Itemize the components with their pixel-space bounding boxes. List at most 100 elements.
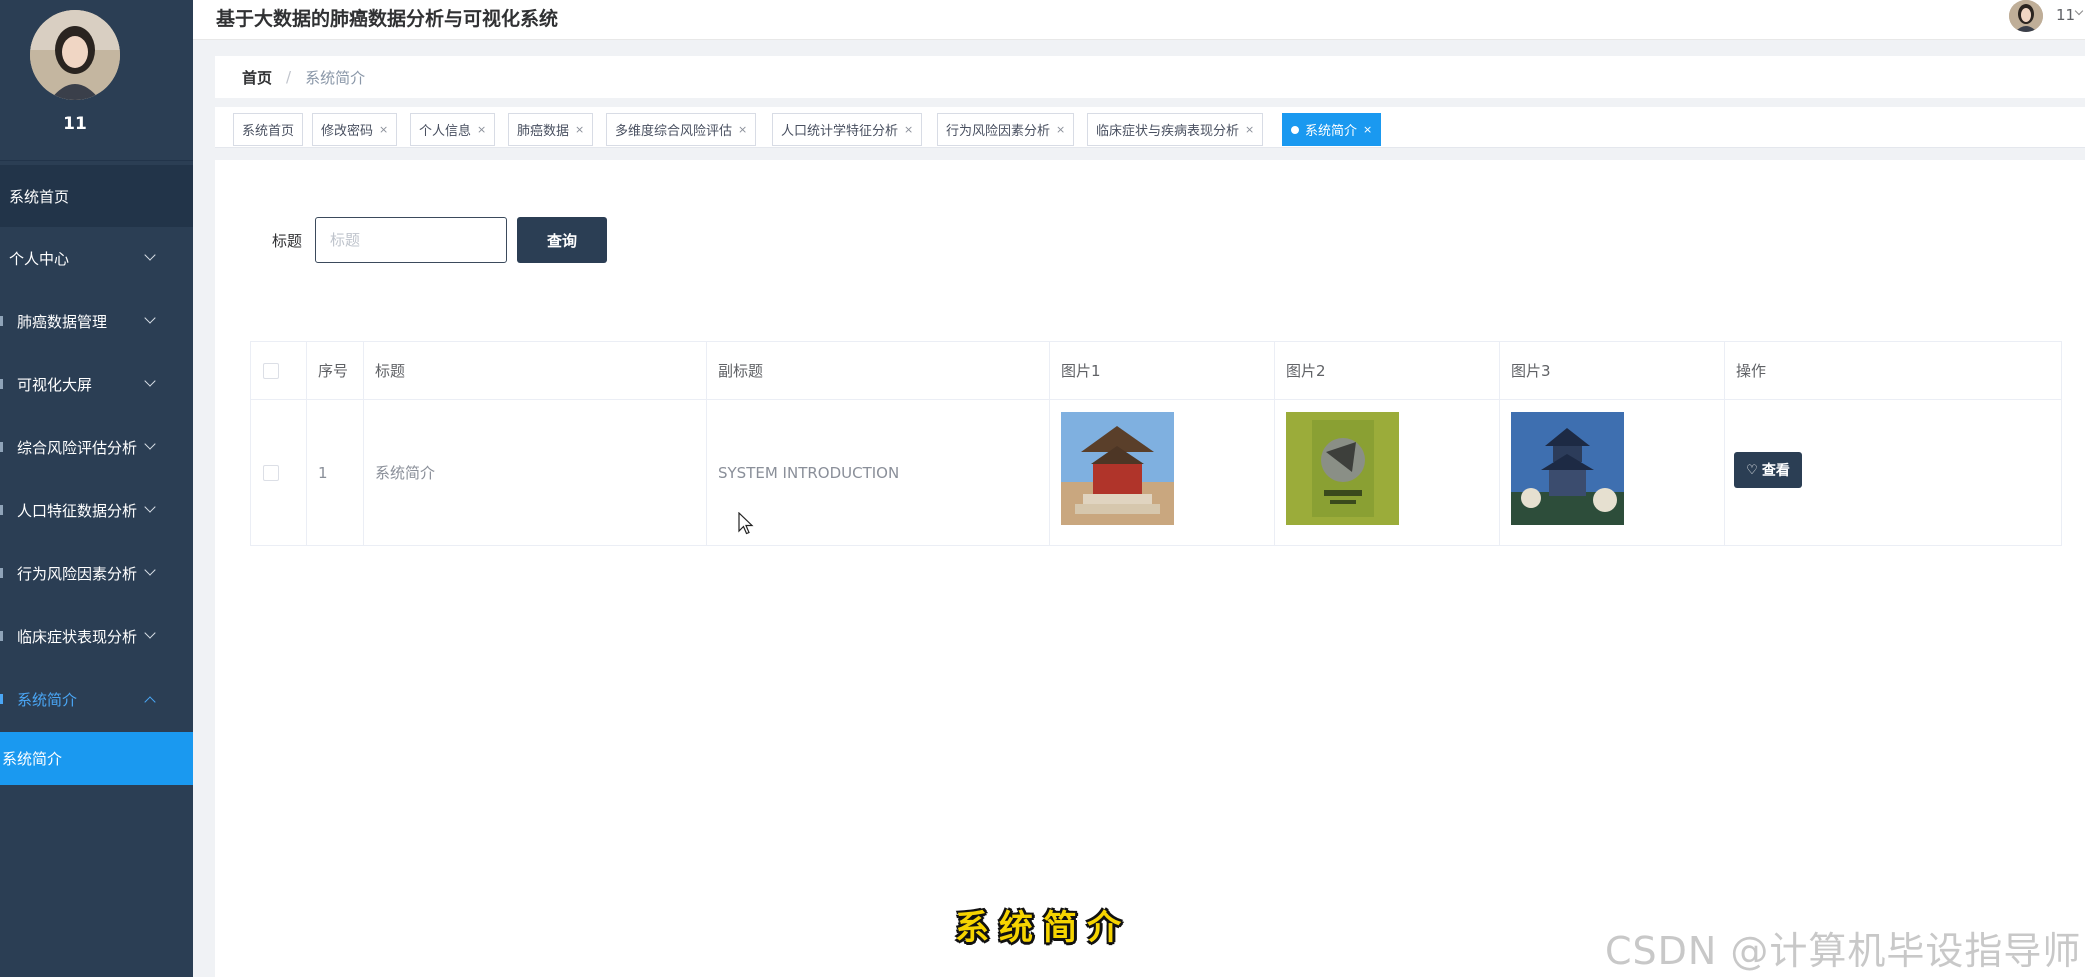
view-button[interactable]: ♡ 查看 — [1734, 452, 1802, 488]
sidebar-item-label: 综合风险评估分析 — [17, 438, 138, 457]
tab-change-password[interactable]: 修改密码 × — [312, 113, 398, 146]
sidebar-item-behavior[interactable]: 行为风险因素分析 — [0, 542, 193, 604]
breadcrumb-home[interactable]: 首页 — [242, 67, 272, 88]
heart-icon: ♡ — [1746, 462, 1758, 478]
header-divider — [251, 399, 2061, 400]
breadcrumb: 首页 / 系统简介 — [215, 56, 2085, 98]
sidebar-item-label: 个人中心 — [9, 249, 70, 268]
title-search-input[interactable] — [315, 217, 507, 263]
sidebar-item-home[interactable]: 系统首页 — [0, 165, 193, 227]
column-header-image1: 图片1 — [1061, 362, 1101, 380]
sidebar-username: 11 — [63, 114, 87, 134]
image3-thumbnail[interactable] — [1511, 412, 1624, 525]
search-label: 标题 — [272, 232, 303, 250]
menu-marker — [0, 505, 3, 515]
row-checkbox[interactable] — [263, 465, 279, 481]
tab-risk-assessment[interactable]: 多维度综合风险评估 × — [606, 113, 757, 146]
image2-thumbnail[interactable] — [1286, 412, 1399, 525]
data-table: 序号 标题 副标题 图片1 图片2 图片3 操作 1 系统简介 SYSTEM I… — [250, 341, 2062, 546]
menu-marker — [0, 379, 3, 389]
column-header-actions: 操作 — [1736, 362, 1767, 380]
menu-marker — [0, 631, 3, 641]
sidebar-item-label: 系统简介 — [17, 690, 78, 709]
sidebar-item-system-intro[interactable]: 系统简介 — [0, 668, 193, 730]
sidebar-item-lung-cancer-data[interactable]: 肺癌数据管理 — [0, 290, 193, 352]
tags-bar: 系统首页 修改密码 × 个人信息 × 肺癌数据 × 多维度综合风险评估 × 人口… — [215, 107, 2085, 148]
menu-marker — [0, 694, 3, 704]
select-all-checkbox[interactable] — [263, 363, 279, 379]
tab-personal-info[interactable]: 个人信息 × — [410, 113, 496, 146]
cell-title: 系统简介 — [375, 464, 436, 482]
close-icon[interactable]: × — [1056, 123, 1065, 136]
view-button-label: 查看 — [1761, 463, 1790, 479]
column-header-title: 标题 — [375, 362, 406, 380]
cell-index: 1 — [318, 463, 328, 482]
close-icon[interactable]: × — [904, 123, 913, 136]
chevron-down-icon[interactable] — [2074, 6, 2084, 16]
tab-lung-data[interactable]: 肺癌数据 × — [508, 113, 594, 146]
main-content: 标题 查询 序号 标题 副标题 图片1 图片2 图片3 操作 1 系统简介 SY… — [215, 160, 2085, 977]
sidebar-item-clinical[interactable]: 临床症状表现分析 — [0, 605, 193, 667]
tab-label: 系统简介 — [1305, 124, 1358, 139]
tab-label: 肺癌数据 — [517, 124, 570, 139]
sidebar: 11 系统首页 个人中心 肺癌数据管理 可视化大屏 综合风险评估分析 人口特征数… — [0, 0, 193, 977]
image1-thumbnail[interactable] — [1061, 412, 1174, 525]
tab-label: 修改密码 — [321, 124, 374, 139]
header-username[interactable]: 11 — [2056, 6, 2075, 24]
tab-label: 行为风险因素分析 — [946, 124, 1051, 139]
chevron-down-icon — [144, 564, 156, 576]
chevron-down-icon — [144, 249, 156, 261]
column-header-image3: 图片3 — [1511, 362, 1551, 380]
tab-demographics[interactable]: 人口统计学特征分析 × — [772, 113, 923, 146]
menu-marker — [0, 568, 3, 578]
search-button[interactable]: 查询 — [517, 217, 607, 263]
column-header-subtitle: 副标题 — [718, 362, 764, 380]
tab-behavior-risk[interactable]: 行为风险因素分析 × — [937, 113, 1075, 146]
menu-marker — [0, 442, 3, 452]
close-icon[interactable]: × — [1363, 123, 1372, 136]
close-icon[interactable]: × — [575, 123, 584, 136]
sidebar-item-population[interactable]: 人口特征数据分析 — [0, 479, 193, 541]
watermark-text: CSDN @计算机毕设指导师 — [1605, 929, 2082, 973]
tab-label: 系统首页 — [242, 124, 295, 139]
chevron-down-icon — [144, 627, 156, 639]
header-avatar[interactable] — [2009, 0, 2043, 32]
close-icon[interactable]: × — [379, 123, 388, 136]
tab-label: 多维度综合风险评估 — [615, 124, 733, 139]
chevron-down-icon — [144, 312, 156, 324]
breadcrumb-current: 系统简介 — [305, 68, 366, 87]
submenu-item-system-intro[interactable]: 系统简介 — [0, 732, 193, 785]
chevron-down-icon — [144, 375, 156, 387]
video-caption: 系统简介 — [955, 908, 1131, 948]
chevron-down-icon — [144, 438, 156, 450]
app-title: 基于大数据的肺癌数据分析与可视化系统 — [216, 8, 559, 30]
active-dot-icon — [1291, 125, 1299, 134]
sidebar-item-label: 临床症状表现分析 — [17, 627, 138, 646]
sidebar-item-risk-analysis[interactable]: 综合风险评估分析 — [0, 416, 193, 478]
column-header-image2: 图片2 — [1286, 362, 1326, 380]
sidebar-item-label: 可视化大屏 — [17, 375, 93, 394]
sidebar-divider — [0, 160, 193, 161]
tab-label: 临床症状与疾病表现分析 — [1096, 124, 1240, 139]
chevron-up-icon — [144, 696, 156, 708]
breadcrumb-separator: / — [286, 68, 292, 86]
mouse-cursor-icon — [738, 512, 754, 535]
tab-label: 人口统计学特征分析 — [781, 124, 899, 139]
sidebar-item-label: 肺癌数据管理 — [17, 312, 108, 331]
sidebar-item-label: 人口特征数据分析 — [17, 501, 138, 520]
sidebar-item-dashboard[interactable]: 可视化大屏 — [0, 353, 193, 415]
column-header-index: 序号 — [318, 362, 349, 380]
tab-home[interactable]: 系统首页 — [233, 113, 304, 146]
close-icon[interactable]: × — [1245, 123, 1254, 136]
top-header: 基于大数据的肺癌数据分析与可视化系统 11 — [193, 0, 2085, 40]
menu-marker — [0, 316, 3, 326]
sidebar-item-personal-center[interactable]: 个人中心 — [0, 227, 193, 289]
sidebar-item-label: 行为风险因素分析 — [17, 564, 138, 583]
tab-system-intro[interactable]: 系统简介 × — [1282, 113, 1382, 146]
sidebar-item-label: 系统首页 — [9, 187, 70, 206]
tab-clinical-symptoms[interactable]: 临床症状与疾病表现分析 × — [1087, 113, 1264, 146]
user-avatar[interactable] — [30, 10, 120, 100]
tab-label: 个人信息 — [419, 124, 472, 139]
close-icon[interactable]: × — [477, 123, 486, 136]
close-icon[interactable]: × — [738, 123, 747, 136]
